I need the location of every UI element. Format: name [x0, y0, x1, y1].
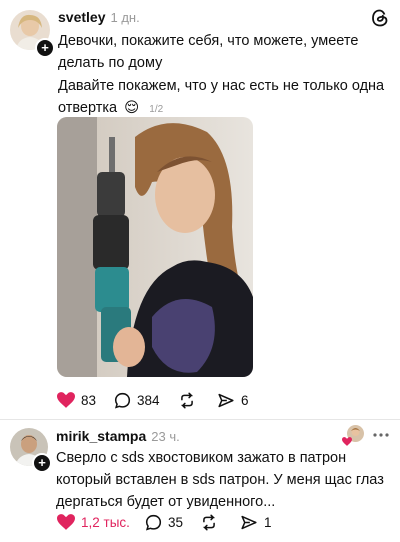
share-icon: [241, 515, 257, 530]
reply-repost-button[interactable]: [200, 514, 218, 531]
post-header: svetley 1 дн.: [58, 9, 140, 27]
comment-button[interactable]: 384: [114, 392, 160, 409]
post-time: 1 дн.: [110, 10, 140, 25]
reply-like-count: 1,2 тыс.: [81, 514, 130, 530]
comment-count: 384: [137, 393, 160, 408]
emoji: 😌: [124, 100, 140, 116]
repost-button[interactable]: [178, 392, 196, 409]
comment-icon: [145, 514, 162, 531]
post-text-line: Давайте покажем, что у нас есть не тольк…: [58, 78, 385, 94]
reply-text-line: дергаться будет от увиденного...: [56, 494, 276, 510]
reply-share-count: 1: [264, 515, 272, 530]
heart-icon: [57, 392, 75, 408]
like-button[interactable]: 83: [57, 392, 96, 408]
more-icon[interactable]: [372, 425, 390, 443]
post-text-line: отвертка: [58, 100, 118, 116]
reply-time: 23 ч.: [151, 429, 180, 444]
post-text: Девочки, покажите себя, что можете, умее…: [58, 30, 393, 121]
page-indicator: 1/2: [149, 104, 164, 115]
repost-icon: [180, 392, 194, 409]
reply-text-line: который вставлен в sds патрон. У меня ща…: [56, 472, 384, 488]
post-photo[interactable]: [57, 117, 253, 377]
reply-username[interactable]: mirik_stampa: [56, 428, 146, 444]
reply-text-line: Сверло с sds хвостовиком зажато в патрон: [56, 450, 347, 466]
post-text-line: делать по дому: [58, 55, 163, 71]
reply-header: mirik_stampa 23 ч.: [56, 428, 180, 446]
reply-comment-count: 35: [168, 515, 184, 530]
repost-icon: [202, 514, 216, 531]
liked-by-author-heart-icon: [342, 433, 352, 446]
like-count: 83: [81, 392, 97, 408]
post-text-line: Девочки, покажите себя, что можете, умее…: [58, 33, 359, 49]
share-icon: [218, 393, 234, 408]
reply-like-button[interactable]: 1,2 тыс.: [57, 514, 130, 530]
comment-icon: [114, 392, 131, 409]
heart-icon: [57, 514, 75, 530]
reply-text: Сверло с sds хвостовиком зажато в патрон…: [56, 447, 396, 513]
share-count: 6: [241, 393, 249, 408]
divider: [0, 419, 400, 420]
follow-plus-icon[interactable]: +: [35, 38, 55, 58]
reply-follow-plus-icon[interactable]: +: [32, 453, 52, 473]
reply-share-button[interactable]: 1: [240, 514, 272, 531]
share-button[interactable]: 6: [217, 392, 249, 409]
threads-logo-icon[interactable]: [370, 8, 390, 28]
reply-comment-button[interactable]: 35: [145, 514, 183, 531]
author-username[interactable]: svetley: [58, 9, 105, 25]
